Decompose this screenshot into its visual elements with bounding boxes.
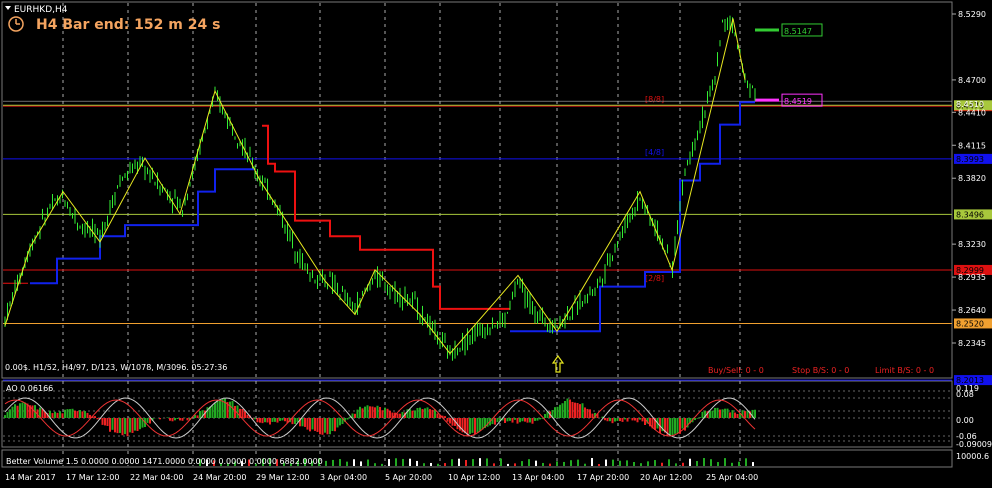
- time-label-10: 20 Apr 12:00: [640, 473, 692, 482]
- ao-tick-1: 0.08: [956, 390, 974, 399]
- price-tick-label-6: 8.2935: [958, 273, 986, 282]
- price-tick-label-2: 8.4410: [958, 108, 986, 117]
- level-8-8-label: [8/8]: [645, 95, 664, 104]
- level-2-8-label: [2/8]: [645, 274, 664, 283]
- time-label-2: 22 Mar 04:00: [130, 473, 183, 482]
- murrey-levels: [8/8]8.44658.4473[4/8]8.39938.3496[2/8]8…: [3, 23, 992, 386]
- price-tick-label-7: 8.2640: [958, 306, 986, 315]
- magenta-price-marker-text: 8.4519: [784, 97, 812, 106]
- price-axis: 8.5290 8.4700 8.4410 8.4115 8.3820 8.3230 8.29…: [952, 10, 986, 348]
- symbol-menu-icon[interactable]: [5, 6, 11, 10]
- price-tick-label-0: 8.5290: [958, 10, 986, 19]
- arrow-up-icon: [551, 354, 565, 373]
- time-label-4: 29 Mar 12:00: [256, 473, 309, 482]
- time-label-8: 13 Apr 04:00: [512, 473, 564, 482]
- price-tick-label-4: 8.3820: [958, 174, 986, 183]
- time-label-3: 24 Mar 20:00: [193, 473, 246, 482]
- volume-tick: 10000.6: [956, 452, 989, 461]
- zigzag-line: [4, 18, 746, 355]
- price-tick-label-5: 8.3230: [958, 240, 986, 249]
- clock-icon: [8, 16, 24, 32]
- time-label-6: 5 Apr 20:00: [385, 473, 432, 482]
- time-label-1: 17 Mar 12:00: [66, 473, 119, 482]
- ao-tick-2: 0.00: [956, 416, 974, 425]
- stop-lines: [3, 101, 755, 333]
- bar-end-countdown: H4 Bar end: 152 m 24 s: [36, 17, 220, 33]
- price-tick-label-1: 8.4700: [958, 76, 986, 85]
- price-candles: [4, 15, 756, 361]
- ao-tick-4: -0.09009: [956, 440, 992, 449]
- time-axis: 14 Mar 2017 17 Mar 12:00 22 Mar 04:00 24 Ma…: [5, 473, 758, 482]
- symbol-title: EURHKD,H4: [14, 5, 68, 15]
- price-tick-label-3: 8.4115: [958, 141, 986, 150]
- blue-stop-line: [30, 168, 255, 285]
- main-chart-frame: [1, 1, 953, 379]
- vertical-grid: [62, 3, 741, 466]
- price-tick-label-8: 8.2345: [958, 339, 986, 348]
- level-olive-mid-price-text: 8.3496: [956, 210, 984, 219]
- ao-indicator: 0.1190.080.00-0.06-0.09009: [3, 384, 992, 449]
- limit-bs-status: Limit B/S: 0 - 0: [875, 366, 934, 375]
- level-4-8-label: [4/8]: [645, 148, 664, 157]
- stop-bs-status: Stop B/S: 0 - 0: [792, 366, 849, 375]
- level-4-8-price-text: 8.3993: [956, 155, 984, 164]
- eurhkd-h4-chart[interactable]: [8/8]8.44658.4473[4/8]8.39938.3496[2/8]8…: [0, 0, 992, 488]
- info-line: 0.00$. H1/52, H4/97, D/123, W/1078, M/30…: [5, 363, 227, 372]
- zigzag-polyline: [4, 18, 746, 355]
- time-label-0: 14 Mar 2017: [5, 473, 56, 482]
- level-orange-price-text: 8.2520: [956, 319, 984, 328]
- buy-sell-status: Buy/Sell: 0 - 0: [708, 366, 764, 375]
- time-label-11: 25 Apr 04:00: [706, 473, 758, 482]
- time-label-7: 10 Apr 12:00: [448, 473, 500, 482]
- time-label-5: 3 Apr 04:00: [320, 473, 367, 482]
- ao-label: AO 0.06166: [6, 384, 53, 393]
- volume-label: Better Volume 1.5 0.0000 0.0000 1471.000…: [6, 457, 323, 466]
- time-label-9: 17 Apr 20:00: [577, 473, 629, 482]
- green-price-marker-text: 8.5147: [784, 27, 812, 36]
